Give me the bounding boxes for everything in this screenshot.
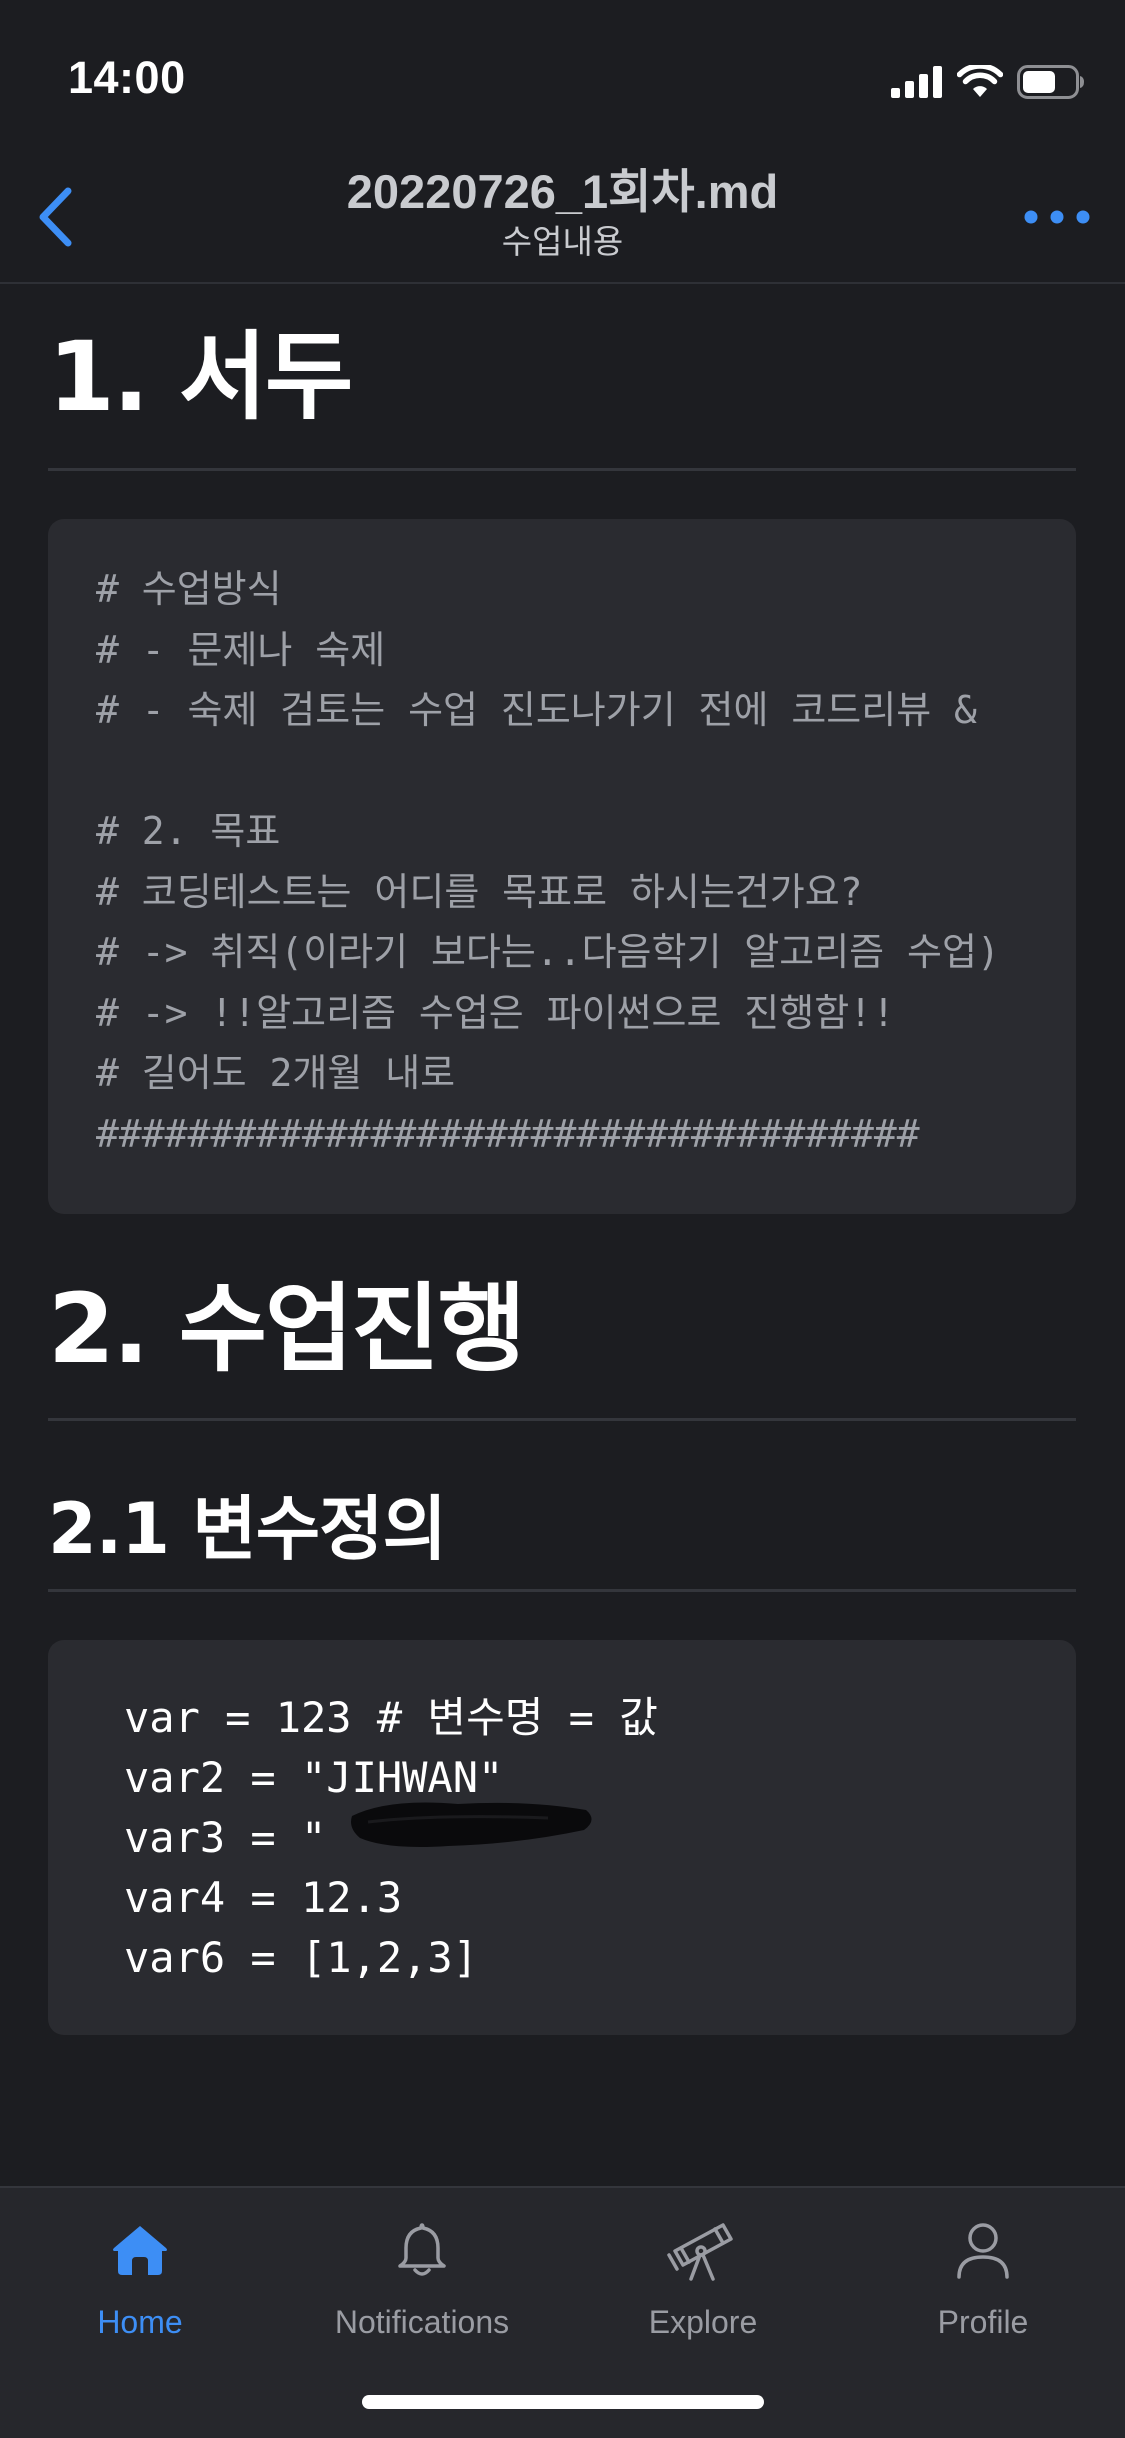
back-button[interactable] <box>20 182 90 252</box>
code-line: # - 문제나 숙제 <box>96 627 386 672</box>
code-line: ​ <box>96 741 1076 802</box>
tab-label: Notifications <box>334 2304 510 2340</box>
code-line: var = 123 # 변수명 = 값 <box>124 1693 658 1742</box>
tab-label: Profile <box>937 2304 1029 2340</box>
code-line: #################################### <box>96 1111 920 1156</box>
code-line: var3 = " <box>124 1813 327 1862</box>
home-indicator <box>362 2395 764 2409</box>
code-line: # 2. 목표 <box>96 809 281 853</box>
nav-title-block: 20220726_1회차.md 수업내용 <box>250 164 875 264</box>
section-heading: 2. 수업진행 <box>48 1273 526 1385</box>
battery-icon <box>1017 65 1084 99</box>
code-line: var2 = "JIHWAN" <box>124 1753 504 1802</box>
code-line: # 코딩테스트는 어디를 목표로 하시는건가요? <box>96 869 863 914</box>
code-block: # 수업방식 # - 문제나 숙제 # - 숙제 검토는 수업 진도나가기 전에… <box>48 519 1076 1214</box>
person-icon <box>957 2223 1009 2279</box>
tab-profile[interactable]: Profile <box>853 2214 1113 2354</box>
code-line: # - 숙제 검토는 수업 진도나가기 전에 코드리뷰 & <box>96 688 1000 732</box>
code-line: # -> !!알고리즘 수업은 파이썬으로 진행함!! <box>96 990 895 1035</box>
status-bar: 14:00 <box>0 0 1125 140</box>
subsection-heading: 2.1 변수정의 <box>48 1488 447 1570</box>
file-subtitle: 수업내용 <box>501 222 624 261</box>
tab-notifications[interactable]: Notifications <box>292 2214 552 2354</box>
status-icons <box>891 62 1085 102</box>
tab-label: Explore <box>648 2304 758 2340</box>
redaction-scribble <box>351 1802 592 1847</box>
tab-label: Home <box>97 2304 183 2340</box>
home-icon <box>113 2226 167 2275</box>
tab-explore[interactable]: Explore <box>573 2214 833 2354</box>
code-line: # 길어도 2개월 내로 <box>96 1051 456 1095</box>
tab-home[interactable]: Home <box>10 2214 270 2354</box>
chevron-left-icon <box>39 187 72 247</box>
bell-icon <box>398 2223 446 2276</box>
markdown-content: 1. 서두 # 수업방식 # - 문제나 숙제 # - 숙제 검토는 수업 진도… <box>48 284 1076 2035</box>
cellular-signal-icon <box>891 66 942 98</box>
code-line: # 수업방식 <box>96 567 282 611</box>
file-title: 20220726_1회차.md <box>346 165 779 218</box>
code-line: var4 = 12.3 <box>124 1873 403 1922</box>
status-time: 14:00 <box>68 52 186 103</box>
telescope-icon <box>667 2223 733 2281</box>
navigation-bar: 20220726_1회차.md 수업내용 <box>0 140 1125 284</box>
code-block: var = 123 # 변수명 = 값 var2 = "JIHWAN" var3… <box>48 1640 1076 2035</box>
more-options-button[interactable] <box>1019 192 1095 242</box>
section-heading: 1. 서두 <box>48 321 353 433</box>
ellipsis-icon <box>1024 210 1090 224</box>
code-line: # -> 취직(이라기 보다는..다음학기 알고리즘 수업) <box>96 930 1000 974</box>
code-line: var6 = [1,2,3] <box>124 1933 479 1982</box>
wifi-icon <box>957 65 1003 97</box>
